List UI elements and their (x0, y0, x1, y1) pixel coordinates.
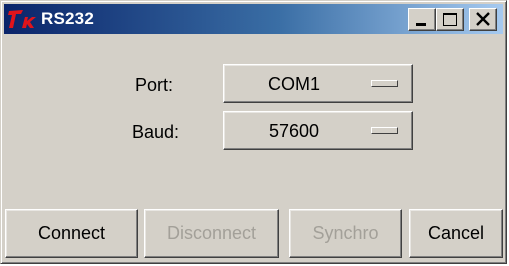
close-icon (476, 12, 490, 26)
rs232-dialog: RS232 Port: COM1 Baud: 57600 Connect Dis… (0, 0, 507, 264)
tk-feather-icon (7, 8, 39, 30)
close-button[interactable] (469, 8, 497, 31)
baud-label: Baud: (132, 122, 180, 142)
synchro-button[interactable]: Synchro (289, 209, 402, 258)
baud-select[interactable]: 57600 (223, 111, 413, 150)
port-label: Port: (135, 75, 174, 95)
baud-menu-indicator (371, 127, 398, 134)
disconnect-button[interactable]: Disconnect (144, 209, 279, 258)
minimize-icon (416, 23, 426, 26)
maximize-button[interactable] (436, 8, 464, 31)
port-menu-indicator (371, 80, 398, 87)
cancel-button[interactable]: Cancel (409, 209, 503, 258)
minimize-button[interactable] (408, 8, 436, 31)
window-title: RS232 (41, 9, 94, 28)
title-bar[interactable]: RS232 (4, 4, 503, 34)
connect-button[interactable]: Connect (5, 209, 138, 258)
port-value: COM1 (267, 74, 320, 94)
port-select[interactable]: COM1 (223, 64, 413, 103)
maximize-icon (443, 13, 457, 26)
baud-value: 57600 (268, 121, 320, 141)
